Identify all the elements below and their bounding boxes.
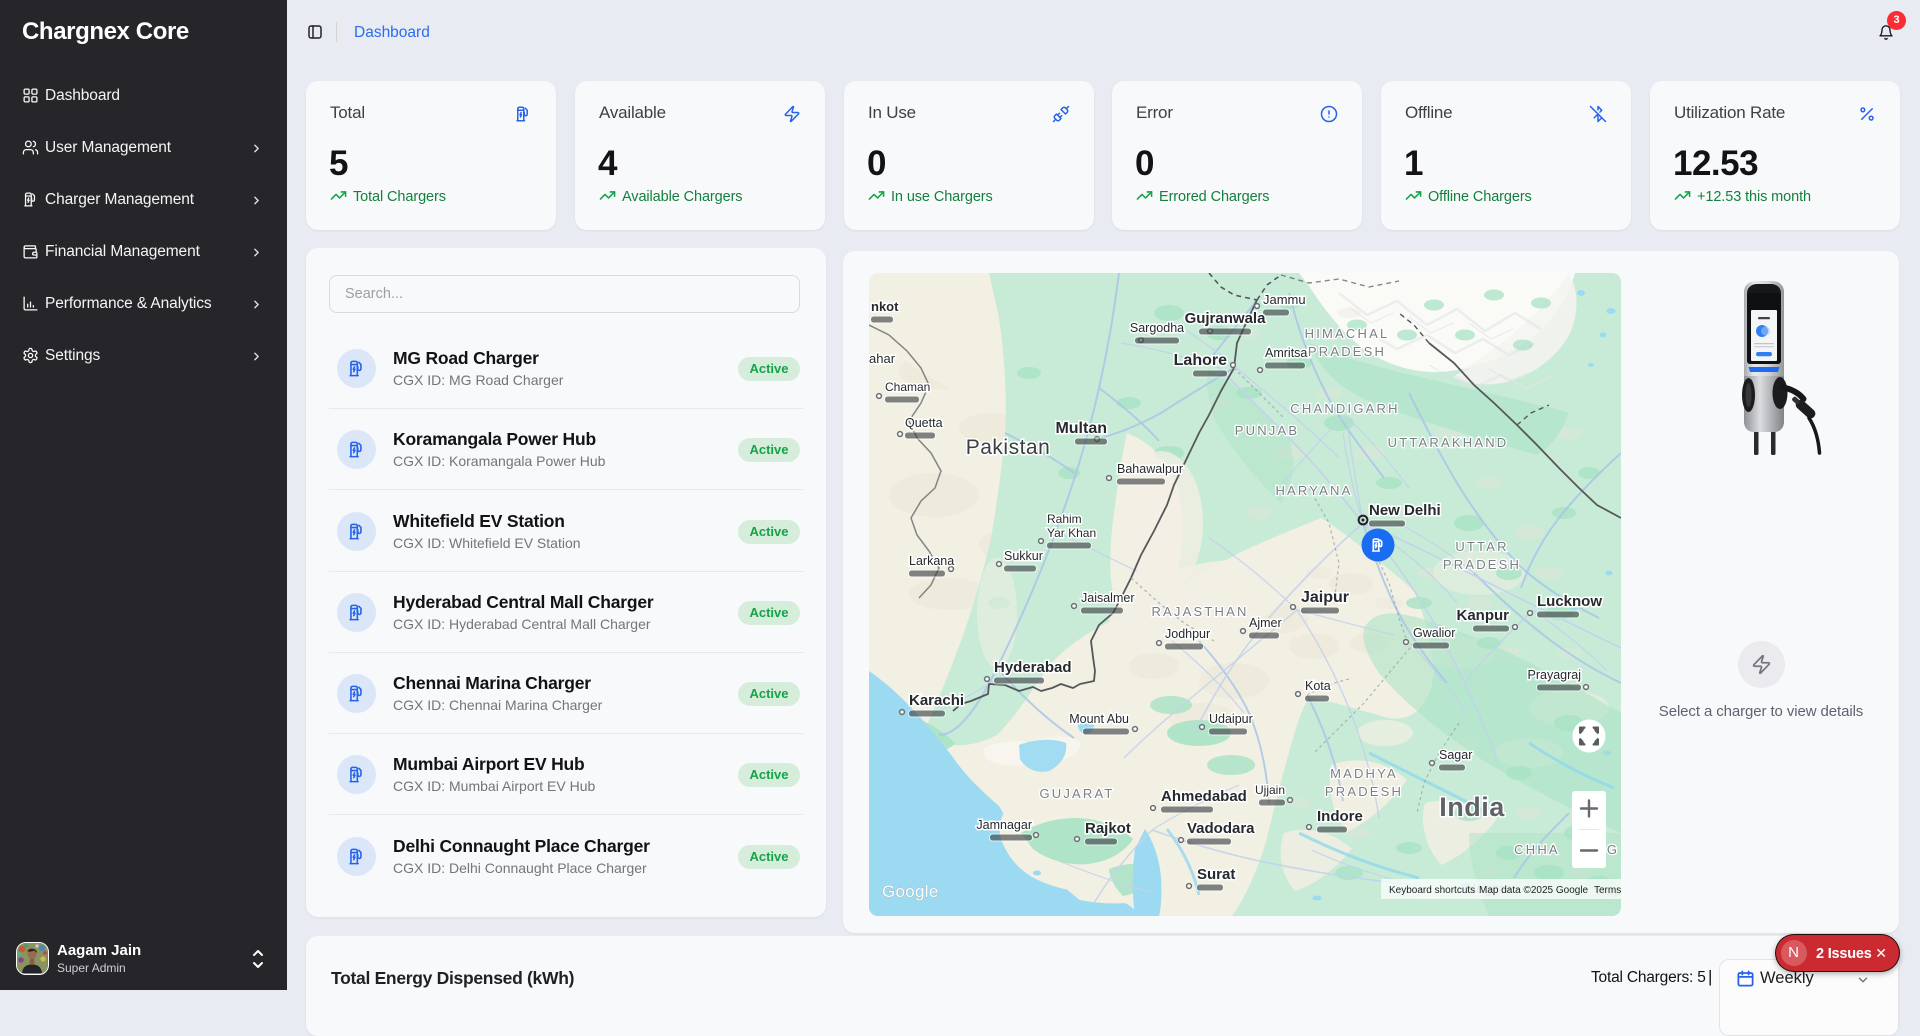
svg-text:HIMACHAL: HIMACHAL xyxy=(1305,326,1390,341)
svg-text:Sagar: Sagar xyxy=(1439,748,1472,762)
svg-text:Ahmedabad: Ahmedabad xyxy=(1161,788,1247,805)
svg-text:Ajmer: Ajmer xyxy=(1249,616,1282,630)
svg-text:RAJASTHAN: RAJASTHAN xyxy=(1151,604,1248,619)
svg-text:Larkana: Larkana xyxy=(909,554,954,568)
svg-text:Hyderabad: Hyderabad xyxy=(994,659,1072,676)
svg-text:Ujjain: Ujjain xyxy=(1255,783,1285,797)
svg-text:Sargodha: Sargodha xyxy=(1130,321,1184,335)
svg-text:PRADESH: PRADESH xyxy=(1325,784,1403,799)
svg-text:Amritsar: Amritsar xyxy=(1265,346,1312,360)
svg-text:G: G xyxy=(1607,842,1619,857)
svg-text:Mount Abu: Mount Abu xyxy=(1069,712,1129,726)
svg-text:Prayagraj: Prayagraj xyxy=(1528,668,1582,682)
svg-text:Karachi: Karachi xyxy=(909,692,964,709)
svg-text:Map data ©2025 Google: Map data ©2025 Google xyxy=(1479,885,1589,896)
svg-text:Gwalior: Gwalior xyxy=(1413,626,1455,640)
svg-text:Google: Google xyxy=(882,882,939,901)
svg-text:Jammu: Jammu xyxy=(1263,292,1306,307)
svg-text:Rajkot: Rajkot xyxy=(1085,820,1131,837)
svg-text:ahar: ahar xyxy=(869,351,896,366)
svg-text:New Delhi: New Delhi xyxy=(1369,502,1441,519)
svg-text:Lahore: Lahore xyxy=(1174,352,1227,369)
svg-text:Keyboard shortcuts: Keyboard shortcuts xyxy=(1389,885,1475,896)
svg-text:CHANDIGARH: CHANDIGARH xyxy=(1290,401,1399,416)
svg-text:GUJARAT: GUJARAT xyxy=(1039,786,1114,801)
svg-text:Jaipur: Jaipur xyxy=(1301,589,1349,606)
svg-text:UTTAR: UTTAR xyxy=(1455,539,1508,554)
svg-text:MADHYA: MADHYA xyxy=(1330,766,1398,781)
svg-text:PRADESH: PRADESH xyxy=(1308,344,1386,359)
svg-text:Quetta: Quetta xyxy=(905,416,943,430)
svg-text:Surat: Surat xyxy=(1197,866,1235,883)
svg-text:Yar Khan: Yar Khan xyxy=(1047,526,1096,540)
svg-text:Jamnagar: Jamnagar xyxy=(976,818,1032,832)
svg-text:Udaipur: Udaipur xyxy=(1209,712,1253,726)
svg-text:HARYANA: HARYANA xyxy=(1275,483,1352,498)
svg-text:Gujranwala: Gujranwala xyxy=(1185,310,1267,327)
svg-text:Terms: Terms xyxy=(1594,885,1621,896)
svg-text:CHHA: CHHA xyxy=(1514,842,1560,857)
svg-text:Sukkur: Sukkur xyxy=(1004,549,1043,563)
svg-text:Chaman: Chaman xyxy=(885,380,930,394)
svg-text:Kanpur: Kanpur xyxy=(1457,607,1510,624)
svg-text:Vadodara: Vadodara xyxy=(1187,820,1255,837)
svg-text:Lucknow: Lucknow xyxy=(1537,593,1602,610)
svg-text:nkot: nkot xyxy=(871,299,899,314)
svg-text:Kota: Kota xyxy=(1305,679,1331,693)
svg-text:PUNJAB: PUNJAB xyxy=(1235,423,1300,438)
svg-text:PRADESH: PRADESH xyxy=(1443,557,1521,572)
svg-text:Pakistan: Pakistan xyxy=(966,436,1051,459)
svg-text:Bahawalpur: Bahawalpur xyxy=(1117,462,1183,476)
svg-text:Indore: Indore xyxy=(1317,808,1363,825)
svg-text:Jodhpur: Jodhpur xyxy=(1165,627,1210,641)
svg-text:UTTARAKHAND: UTTARAKHAND xyxy=(1388,435,1509,450)
svg-text:Jaisalmer: Jaisalmer xyxy=(1081,591,1135,605)
svg-text:Rahim: Rahim xyxy=(1047,512,1082,526)
svg-text:India: India xyxy=(1439,792,1505,822)
svg-text:Multan: Multan xyxy=(1055,420,1107,437)
